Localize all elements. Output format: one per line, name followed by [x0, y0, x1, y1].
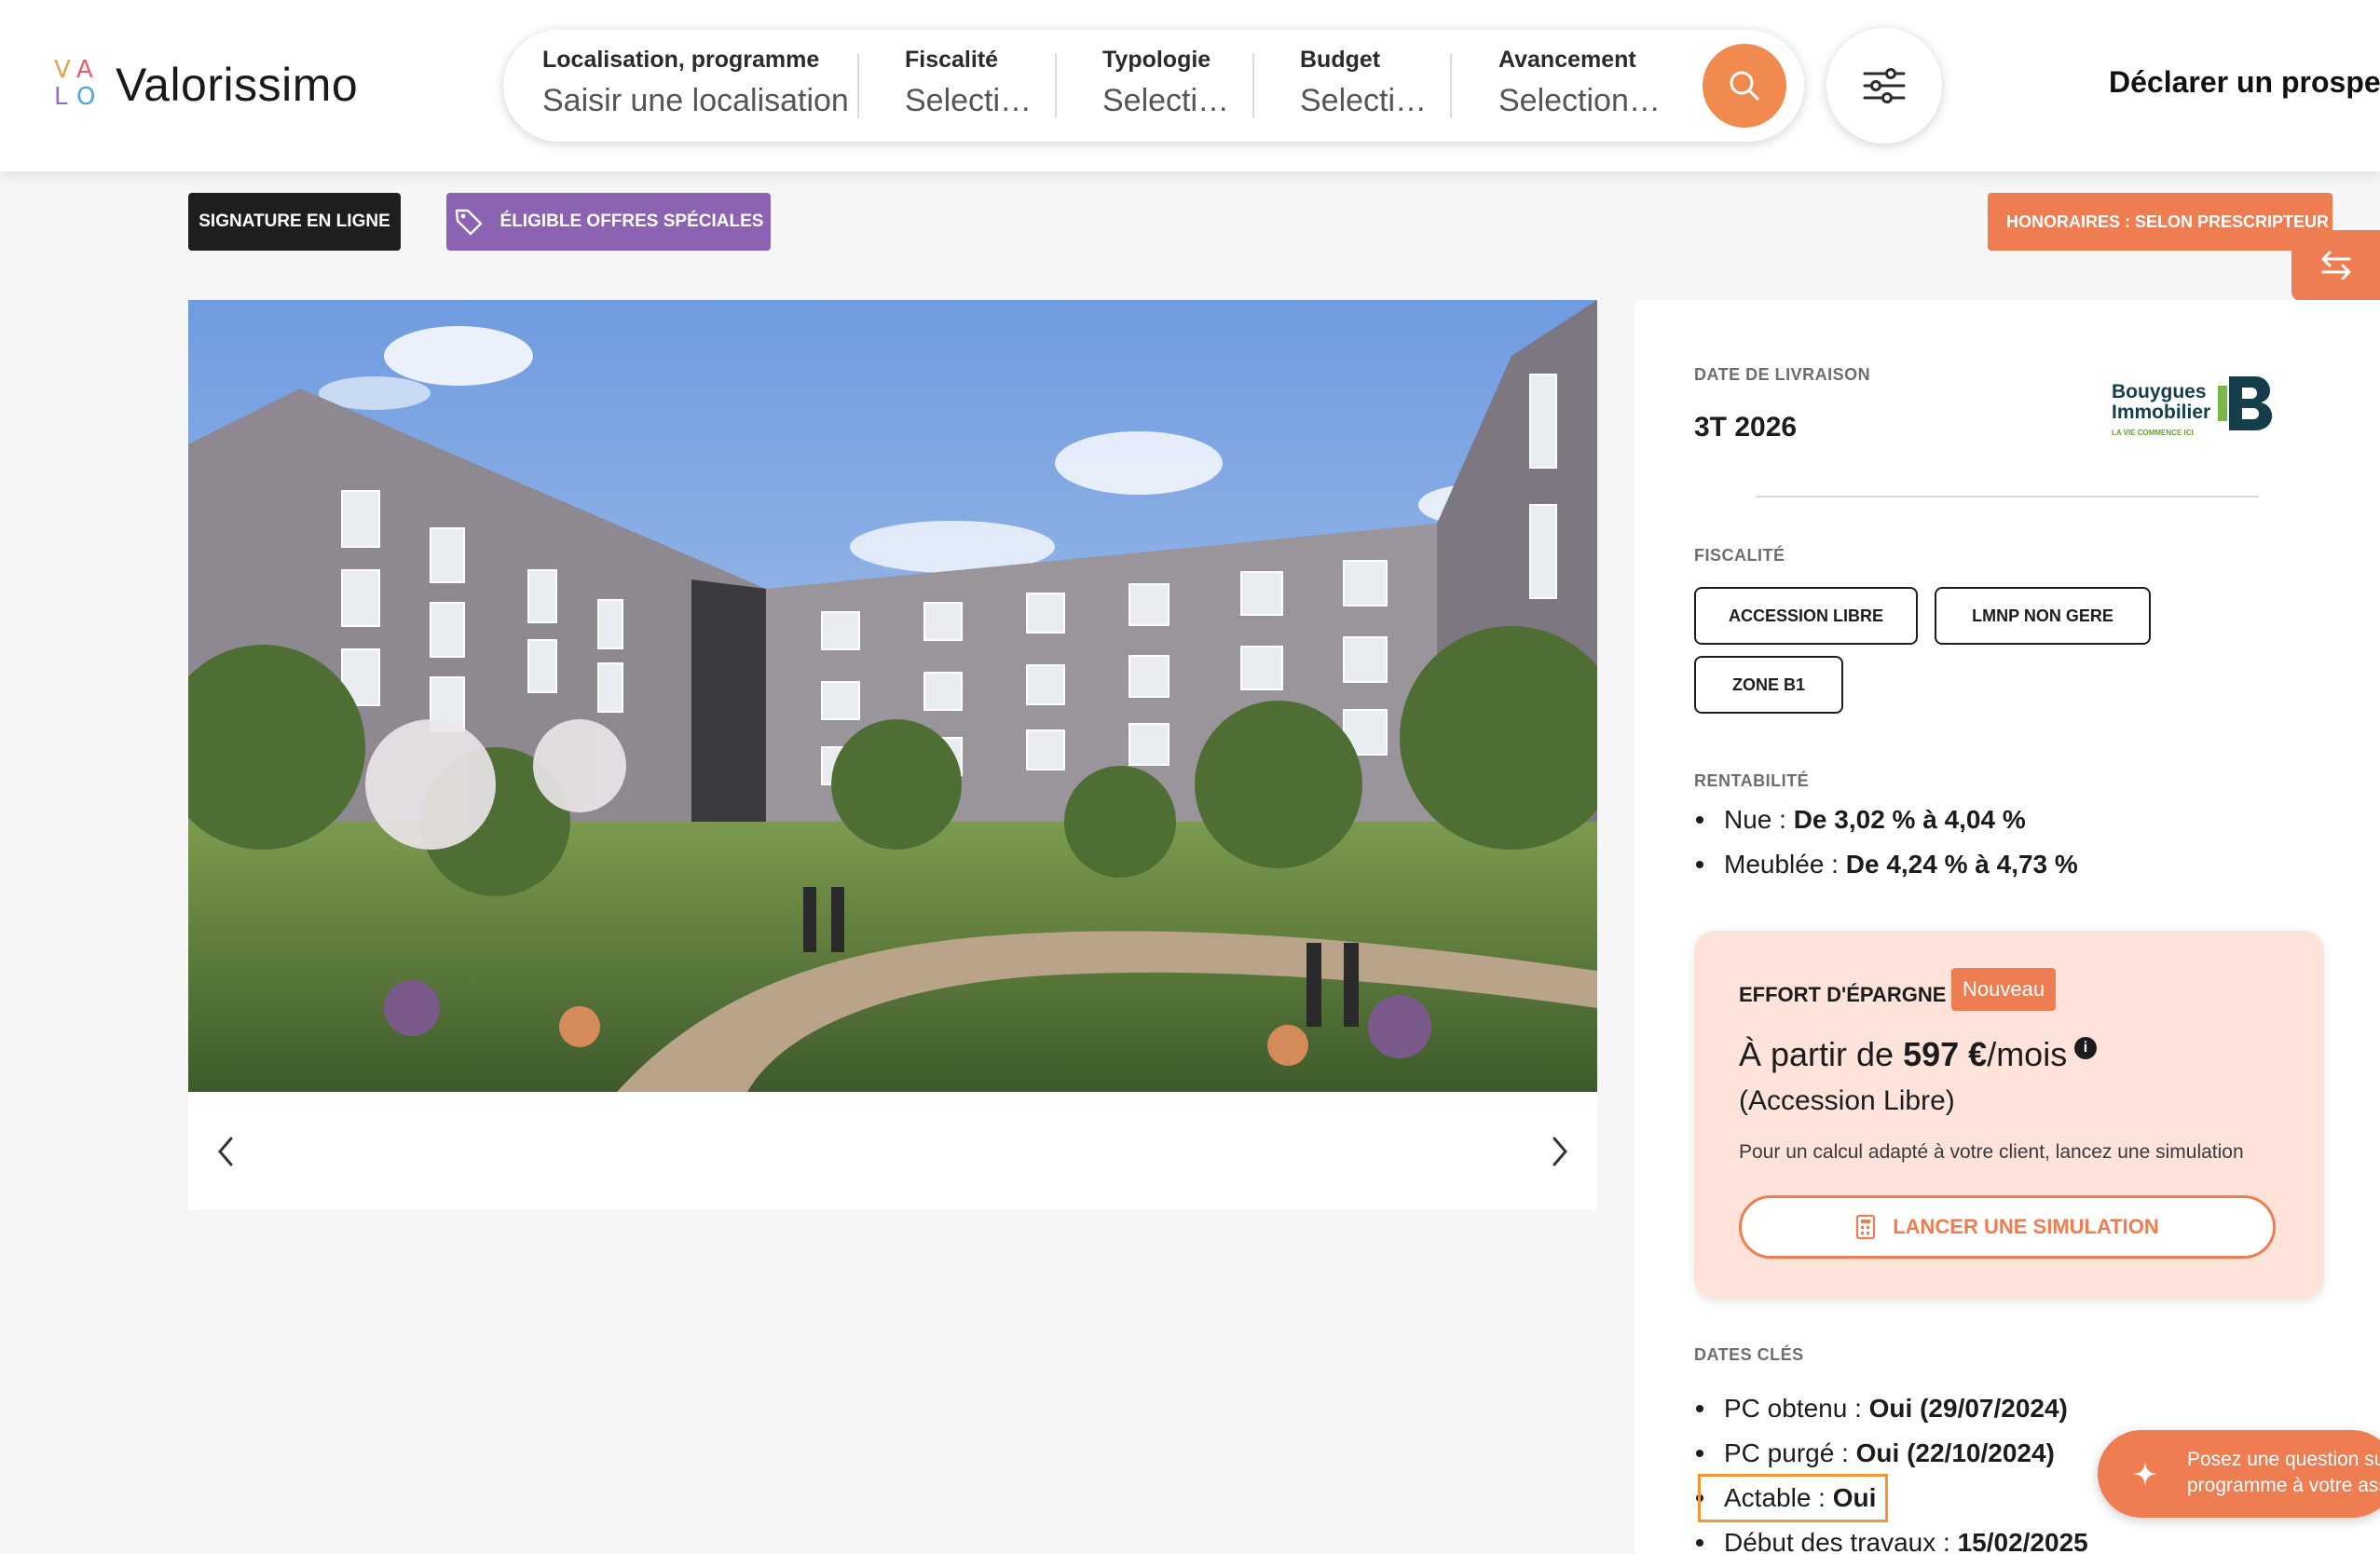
actable-highlight-box — [1698, 1474, 1888, 1522]
search-icon — [1730, 71, 1759, 101]
calculator-icon — [1856, 1214, 1876, 1240]
key-dates-list: PC obtenu : Oui (29/07/2024) PC purgé : … — [1694, 1386, 2088, 1554]
budget-label: Budget — [1300, 47, 1381, 73]
chat-line-2: programme à votre assistant — [2187, 1475, 2380, 1496]
price-suffix: /mois — [1987, 1035, 2068, 1073]
promoter-tagline: LA VIE COMMENCE ICI — [2112, 429, 2194, 437]
price-value: 597 € — [1903, 1035, 1988, 1073]
pc-purge-value: Oui (22/10/2024) — [1855, 1438, 2055, 1467]
logo-letter-v: V — [54, 56, 71, 84]
delivery-label: DATE DE LIVRAISON — [1694, 365, 1871, 384]
sliders-icon — [1863, 68, 1906, 103]
building-rendering-image — [188, 300, 1597, 1092]
signature-badge: SIGNATURE EN LIGNE — [188, 193, 401, 251]
debut-travaux-label: Début des travaux : — [1724, 1528, 1958, 1554]
divider — [1756, 496, 2259, 498]
typologie-value: Selecti… — [1102, 83, 1230, 118]
avancement-dropdown[interactable]: Avancement Selection… — [1498, 47, 1661, 119]
chevron-right-icon — [1552, 1137, 1567, 1166]
dates-section-label: DATES CLÉS — [1694, 1345, 1804, 1364]
epargne-subtitle: (Accession Libre) — [1739, 1085, 1955, 1116]
avancement-value: Selection… — [1498, 83, 1661, 118]
epargne-note: Pour un calcul adapté à votre client, la… — [1739, 1141, 2244, 1163]
gallery-photo[interactable] — [188, 300, 1597, 1092]
filters-button[interactable] — [1826, 28, 1942, 143]
typologie-label: Typologie — [1102, 47, 1211, 73]
fiscalite-tag: LMNP NON GERE — [1935, 587, 2151, 645]
rentabilite-nue-label: Nue : — [1724, 805, 1794, 834]
bouygues-b-mark-icon — [2218, 376, 2273, 430]
search-bar: Localisation, programme Saisir une local… — [503, 30, 1804, 142]
search-button[interactable] — [1703, 44, 1786, 128]
info-icon[interactable]: i — [2074, 1037, 2097, 1059]
effort-epargne-box: EFFORT D'ÉPARGNE Nouveau À partir de 597… — [1694, 931, 2324, 1299]
fiscalite-dropdown[interactable]: Fiscalité Selecti… — [905, 47, 1032, 119]
assistant-chat-button[interactable]: Posez une question sur ce programme à vo… — [2098, 1430, 2380, 1518]
divider — [857, 53, 859, 118]
honoraires-badge: HONORAIRES : SELON PRESCRIPTEUR — [1988, 193, 2332, 251]
location-input[interactable]: Saisir une localisation — [542, 83, 849, 119]
simulation-button-label: LANCER UNE SIMULATION — [1893, 1215, 2159, 1238]
rentabilite-meublee-label: Meublée : — [1724, 850, 1846, 879]
logo-letter-a: A — [76, 56, 93, 84]
debut-travaux-value: 15/02/2025 — [1957, 1528, 2088, 1554]
avancement-label: Avancement — [1498, 47, 1636, 73]
price-prefix: À partir de — [1739, 1035, 1904, 1073]
declare-prospect-link[interactable]: Déclarer un prospect — [2109, 65, 2380, 100]
budget-value: Selecti… — [1300, 83, 1428, 118]
rentabilite-section-label: RENTABILITÉ — [1694, 771, 1810, 790]
launch-simulation-button[interactable]: LANCER UNE SIMULATION — [1739, 1195, 2276, 1259]
fiscalite-tag: ACCESSION LIBRE — [1694, 587, 1918, 645]
rentabilite-list: Nue : De 3,02 % à 4,04 % Meublée : De 4,… — [1694, 797, 2078, 887]
image-gallery — [188, 300, 1597, 1210]
logo-letter-o: O — [76, 83, 96, 111]
rentabilite-nue-value: De 3,02 % à 4,04 % — [1793, 805, 2026, 834]
location-label: Localisation, programme — [542, 47, 820, 73]
list-item: PC obtenu : Oui (29/07/2024) — [1694, 1386, 2088, 1431]
brand-logo[interactable]: V A L O Valorissimo — [54, 58, 358, 112]
list-item: Nue : De 3,02 % à 4,04 % — [1694, 797, 2078, 842]
list-item: Meublée : De 4,24 % à 4,73 % — [1694, 842, 2078, 887]
gallery-prev-button[interactable] — [207, 1133, 244, 1170]
promoter-name-line1: Bouygues — [2112, 381, 2207, 402]
chat-line-1: Posez une question sur ce — [2187, 1449, 2380, 1470]
epargne-price: À partir de 597 €/mois — [1739, 1035, 2067, 1074]
fiscalite-label: Fiscalité — [905, 47, 999, 73]
divider — [1450, 53, 1452, 118]
divider — [1055, 53, 1057, 118]
rentabilite-meublee-value: De 4,24 % à 4,73 % — [1845, 850, 2078, 879]
delivery-date: 3T 2026 — [1694, 412, 1798, 443]
pc-obtenu-value: Oui (29/07/2024) — [1868, 1394, 2068, 1423]
new-badge: Nouveau — [1951, 968, 2057, 1011]
list-item: PC purgé : Oui (22/10/2024) — [1694, 1431, 2088, 1476]
fiscalite-value: Selecti… — [905, 83, 1033, 118]
fiscalite-section-label: FISCALITÉ — [1694, 546, 1785, 565]
divider — [1252, 53, 1254, 118]
list-item: Début des travaux : 15/02/2025 — [1694, 1520, 2088, 1554]
side-panel-toggle[interactable] — [2291, 230, 2380, 301]
offres-badge: ÉLIGIBLE OFFRES SPÉCIALES — [446, 193, 771, 251]
epargne-title: EFFORT D'ÉPARGNE — [1739, 983, 1947, 1006]
chevron-left-icon — [218, 1137, 233, 1166]
location-segment[interactable]: Localisation, programme Saisir une local… — [542, 47, 849, 119]
brand-name: Valorissimo — [116, 59, 359, 111]
budget-dropdown[interactable]: Budget Selecti… — [1300, 47, 1427, 119]
offres-label: ÉLIGIBLE OFFRES SPÉCIALES — [499, 211, 764, 231]
top-header: V A L O Valorissimo Localisation, progra… — [0, 0, 2380, 171]
program-details-card: DATE DE LIVRAISON 3T 2026 Bouygues Immob… — [1635, 300, 2380, 1554]
tag-icon — [455, 209, 482, 236]
gallery-next-button[interactable] — [1541, 1133, 1579, 1170]
logo-mark: V A L O — [54, 58, 103, 112]
logo-letter-l: L — [54, 83, 68, 111]
sparkle-icon — [2129, 1458, 2161, 1490]
promoter-logo: Bouygues Immobilier LA VIE COMMENCE ICI — [2112, 375, 2279, 440]
pc-obtenu-label: PC obtenu : — [1724, 1394, 1869, 1423]
swap-arrows-icon — [2321, 251, 2350, 280]
chat-prompt: Posez une question sur ce programme à vo… — [2187, 1447, 2380, 1499]
fiscalite-tag: ZONE B1 — [1694, 656, 1843, 714]
typologie-dropdown[interactable]: Typologie Selecti… — [1102, 47, 1229, 119]
pc-purge-label: PC purgé : — [1724, 1438, 1856, 1467]
promoter-name-line2: Immobilier — [2112, 402, 2211, 423]
